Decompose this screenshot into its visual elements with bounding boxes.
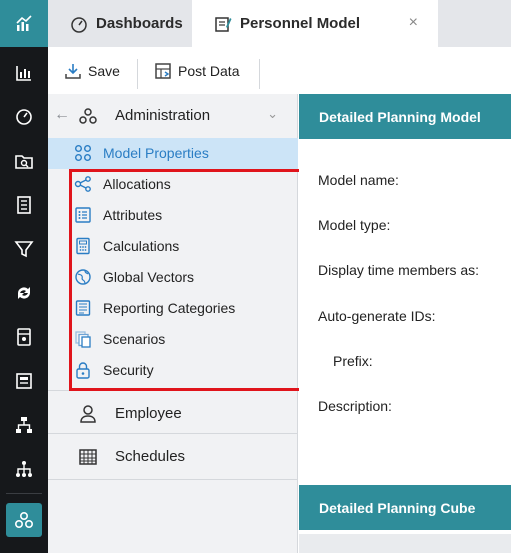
post-data-button[interactable]: Post Data	[154, 47, 239, 94]
panel-footer	[48, 479, 298, 553]
tab-label: Dashboards	[96, 15, 183, 32]
section-body	[299, 534, 511, 553]
download-icon	[65, 63, 81, 79]
org-chart-icon[interactable]	[0, 454, 48, 484]
notebook-icon[interactable]	[0, 322, 48, 352]
nav-group-employee[interactable]: Employee	[48, 390, 298, 436]
speedometer-icon[interactable]	[0, 101, 48, 131]
tab-bar: Dashboards Personnel Model ×	[48, 0, 511, 47]
toolbar-divider	[137, 59, 138, 89]
post-data-label: Post Data	[178, 62, 240, 79]
save-button[interactable]: Save	[64, 47, 120, 94]
app-logo-icon[interactable]	[0, 0, 48, 47]
close-icon[interactable]: ×	[409, 14, 418, 32]
description-label: Description:	[318, 398, 392, 414]
nav-group-label: Schedules	[115, 448, 186, 465]
table-post-icon	[155, 62, 171, 79]
save-label: Save	[88, 62, 120, 79]
person-icon	[80, 405, 96, 423]
model-edit-icon	[215, 16, 232, 32]
tab-label: Personnel Model	[240, 15, 361, 32]
model-properties-icon	[75, 145, 91, 161]
model-details-panel: Detailed Planning Model Model name: Mode…	[299, 94, 511, 553]
nav-group-label: Employee	[115, 405, 182, 422]
toolbar: Save Post Data	[48, 47, 511, 94]
filter-icon[interactable]	[0, 234, 48, 264]
section-header-planning-cube[interactable]: Detailed Planning Cube	[299, 485, 511, 530]
administration-label: Administration	[115, 107, 211, 124]
model-name-label: Model name:	[318, 172, 399, 188]
nav-item-model-properties[interactable]: Model Properties	[48, 138, 298, 169]
model-admin-icon[interactable]	[6, 503, 42, 537]
navigation-panel: ← Administration ⌄ Model Properties Allo…	[48, 94, 346, 553]
left-rail	[0, 0, 48, 553]
hierarchy-flow-icon[interactable]	[0, 410, 48, 440]
document-list-icon[interactable]	[0, 190, 48, 220]
calendar-grid-icon	[79, 449, 97, 465]
back-arrow-icon[interactable]: ←	[54, 106, 70, 124]
gauge-icon	[71, 16, 87, 33]
prefix-label: Prefix:	[333, 353, 373, 369]
report-icon[interactable]	[0, 366, 48, 396]
auto-generate-ids-label: Auto-generate IDs:	[318, 308, 436, 324]
rail-divider	[6, 493, 42, 494]
chevron-down-icon[interactable]: ⌄	[267, 106, 278, 122]
administration-icon	[79, 108, 97, 124]
toolbar-divider	[259, 59, 260, 89]
administration-header[interactable]: ← Administration ⌄	[48, 94, 298, 138]
model-type-label: Model type:	[318, 217, 391, 233]
folder-search-icon[interactable]	[0, 146, 48, 176]
refresh-cycle-icon[interactable]	[0, 278, 48, 308]
tab-personnel-model[interactable]: Personnel Model ×	[192, 0, 438, 47]
tab-dashboards[interactable]: Dashboards	[48, 0, 192, 47]
bar-chart-icon[interactable]	[0, 58, 48, 88]
nav-group-schedules[interactable]: Schedules	[48, 433, 298, 479]
section-header-planning-model[interactable]: Detailed Planning Model	[299, 94, 511, 139]
nav-item-label: Model Properties	[103, 145, 209, 161]
display-time-members-label: Display time members as:	[318, 262, 480, 278]
